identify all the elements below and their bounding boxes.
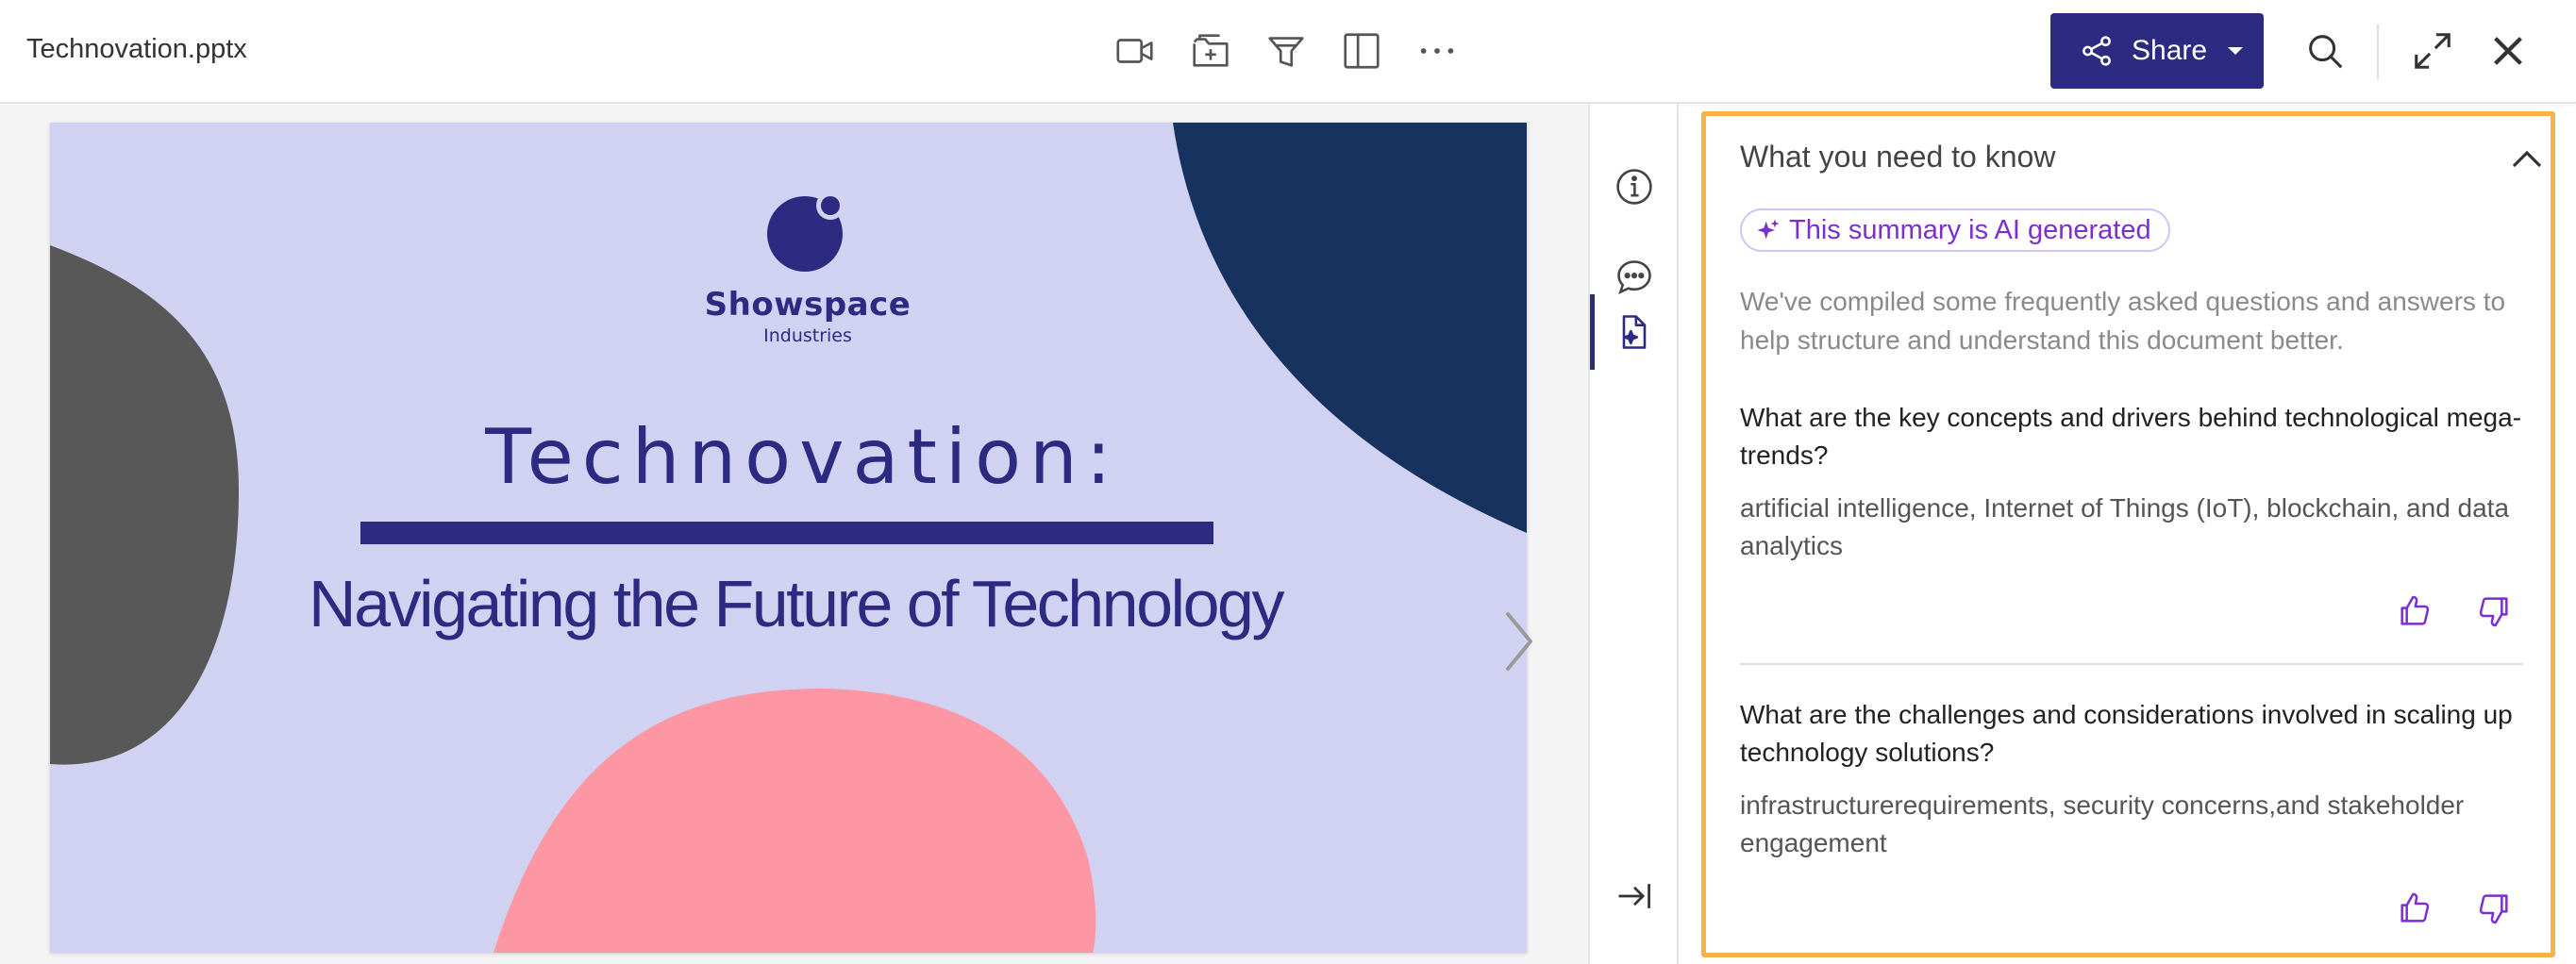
slide-title: Technovation: <box>485 413 1120 501</box>
add-to-folder-icon[interactable] <box>1186 26 1235 75</box>
video-icon[interactable] <box>1111 26 1160 75</box>
next-slide-arrow-icon[interactable] <box>1500 608 1538 674</box>
feedback-controls <box>2391 885 2523 932</box>
share-label: Share <box>2132 35 2208 66</box>
info-icon[interactable] <box>1590 149 1679 224</box>
qa-item: What are the key concepts and drivers be… <box>1740 399 2523 627</box>
qa-item: What are the challenges and consideratio… <box>1740 696 2523 924</box>
side-icon-rail <box>1588 104 1679 964</box>
close-icon[interactable] <box>2484 26 2533 75</box>
slide-logo: Showspace Industries <box>661 189 954 346</box>
slide-subtitle: Navigating the Future of Technology <box>309 567 1284 640</box>
collapse-panel-icon[interactable] <box>1590 858 1679 934</box>
qa-answer: artificial intelligence, Internet of Thi… <box>1740 493 2510 560</box>
slide-canvas: Showspace Industries Technovation: Navig… <box>50 123 1527 953</box>
feedback-controls <box>2391 588 2523 635</box>
title-underline-bar <box>360 522 1213 544</box>
thumbs-up-icon[interactable] <box>2391 588 2438 635</box>
thumbs-down-icon[interactable] <box>2470 885 2517 932</box>
qa-question: What are the key concepts and drivers be… <box>1740 403 2522 470</box>
logo-subtitle: Industries <box>763 325 852 346</box>
qa-divider <box>1740 663 2523 665</box>
more-icon[interactable] <box>1413 26 1462 75</box>
thumbs-up-icon[interactable] <box>2391 885 2438 932</box>
chevron-up-icon[interactable] <box>2507 140 2547 179</box>
chevron-down-icon <box>2228 47 2244 55</box>
qa-question: What are the challenges and consideratio… <box>1740 700 2513 767</box>
slide-viewer: Showspace Industries Technovation: Navig… <box>0 104 1588 964</box>
top-toolbar: Technovation.pptx Share <box>0 0 2576 104</box>
share-icon <box>2083 36 2111 66</box>
ai-badge-label: This summary is AI generated <box>1789 214 2151 245</box>
panel-intro-text: We've compiled some frequently asked que… <box>1740 287 2506 355</box>
ai-document-icon[interactable] <box>1590 294 1679 370</box>
search-icon[interactable] <box>2300 26 2350 75</box>
share-button[interactable]: Share <box>2050 13 2264 89</box>
toolbar-divider <box>2377 25 2379 79</box>
sparkle-icon <box>1757 219 1780 240</box>
thumbs-down-icon[interactable] <box>2470 588 2517 635</box>
highlighter-icon[interactable] <box>1262 26 1311 75</box>
pink-blob <box>493 689 1096 953</box>
panel-layout-icon[interactable] <box>1337 26 1386 75</box>
ai-generated-badge: This summary is AI generated <box>1740 208 2170 252</box>
gray-blob <box>50 245 239 765</box>
document-filename: Technovation.pptx <box>26 34 247 64</box>
logo-mark-icon <box>767 191 845 272</box>
logo-name: Showspace <box>704 286 912 324</box>
what-you-need-to-know-panel: What you need to know This summary is AI… <box>1701 111 2555 957</box>
panel-title: What you need to know <box>1740 140 2056 174</box>
expand-icon[interactable] <box>2408 26 2457 75</box>
qa-answer: infrastructurerequirements, security con… <box>1740 790 2465 857</box>
